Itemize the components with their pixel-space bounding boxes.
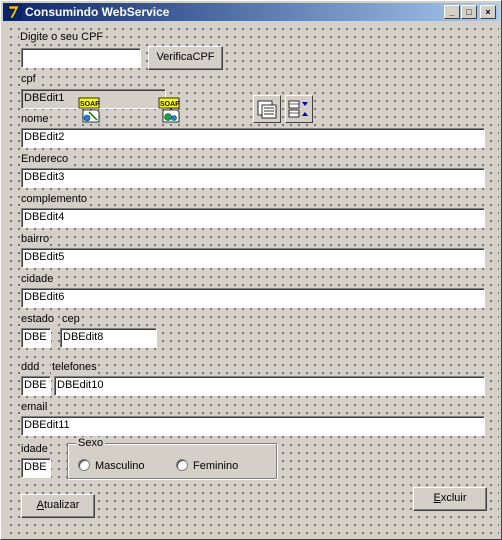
soap-icon[interactable]: SOAP xyxy=(157,96,185,124)
delphi-app-icon xyxy=(6,4,22,20)
estado-dbedit[interactable]: DBE xyxy=(21,328,51,348)
idade-label: idade xyxy=(20,443,49,456)
cidade-label: cidade xyxy=(20,273,55,286)
sexo-groupbox-title: Sexo xyxy=(76,437,106,449)
excluir-accel: E xyxy=(433,492,441,504)
sexo-radiogroup: Sexo Masculino Feminino xyxy=(67,437,277,479)
atualizar-label: tualizar xyxy=(43,499,80,511)
bairro-dbedit[interactable]: DBEdit5 xyxy=(21,248,485,268)
atualizar-button[interactable]: Atualizar xyxy=(21,494,95,518)
close-button[interactable]: × xyxy=(480,5,496,19)
maximize-button[interactable]: □ xyxy=(461,5,477,19)
nome-label: nome xyxy=(20,113,50,126)
radio-feminino[interactable] xyxy=(176,459,188,471)
excluir-button[interactable]: Excluir xyxy=(413,487,487,511)
datasource-icon[interactable] xyxy=(253,95,281,123)
email-dbedit[interactable]: DBEdit11 xyxy=(21,416,485,436)
window-title: Consumindo WebService xyxy=(25,5,170,19)
telefones-dbedit[interactable]: DBEdit10 xyxy=(54,376,485,396)
cpf-prompt-label: Digite o seu CPF xyxy=(19,31,105,44)
verify-cpf-button[interactable]: VerificaCPF xyxy=(148,46,223,70)
excluir-label: xcluir xyxy=(440,492,467,504)
svg-text:SOAP: SOAP xyxy=(80,101,100,108)
cpf-label: cpf xyxy=(20,73,37,86)
clientdataset-icon[interactable] xyxy=(285,95,313,123)
telefones-label: telefones xyxy=(51,361,98,374)
soap-icon[interactable]: SOAP xyxy=(77,96,105,124)
atualizar-accel: A xyxy=(36,499,44,511)
endereco-dbedit[interactable]: DBEdit3 xyxy=(21,168,485,188)
ddd-dbedit[interactable]: DBE xyxy=(21,376,51,396)
complemento-label: complemento xyxy=(20,193,89,206)
title-bar[interactable]: Consumindo WebService _ □ × xyxy=(3,3,499,21)
cpf-input[interactable] xyxy=(21,48,141,68)
cidade-dbedit[interactable]: DBEdit6 xyxy=(21,288,485,308)
nome-dbedit[interactable]: DBEdit2 xyxy=(21,128,485,148)
masculino-label: Masculino xyxy=(95,460,145,472)
complemento-dbedit[interactable]: DBEdit4 xyxy=(21,208,485,228)
endereco-label: Endereco xyxy=(20,153,70,166)
feminino-label: Feminino xyxy=(193,460,239,472)
cep-dbedit[interactable]: DBEdit8 xyxy=(60,328,157,348)
radio-masculino[interactable] xyxy=(78,459,90,471)
form-design-surface: Digite o seu CPF VerificaCPF cpf DBEdit1… xyxy=(5,23,499,537)
email-label: email xyxy=(20,401,49,414)
estado-label: estado xyxy=(20,313,56,326)
cep-label: cep xyxy=(61,313,81,326)
svg-text:SOAP: SOAP xyxy=(160,101,180,108)
bairro-label: bairro xyxy=(20,233,51,246)
idade-dbedit[interactable]: DBE xyxy=(21,458,51,478)
minimize-button[interactable]: _ xyxy=(444,5,460,19)
main-window: Consumindo WebService _ □ × Digite o seu… xyxy=(0,0,502,540)
ddd-label: ddd xyxy=(20,361,41,374)
